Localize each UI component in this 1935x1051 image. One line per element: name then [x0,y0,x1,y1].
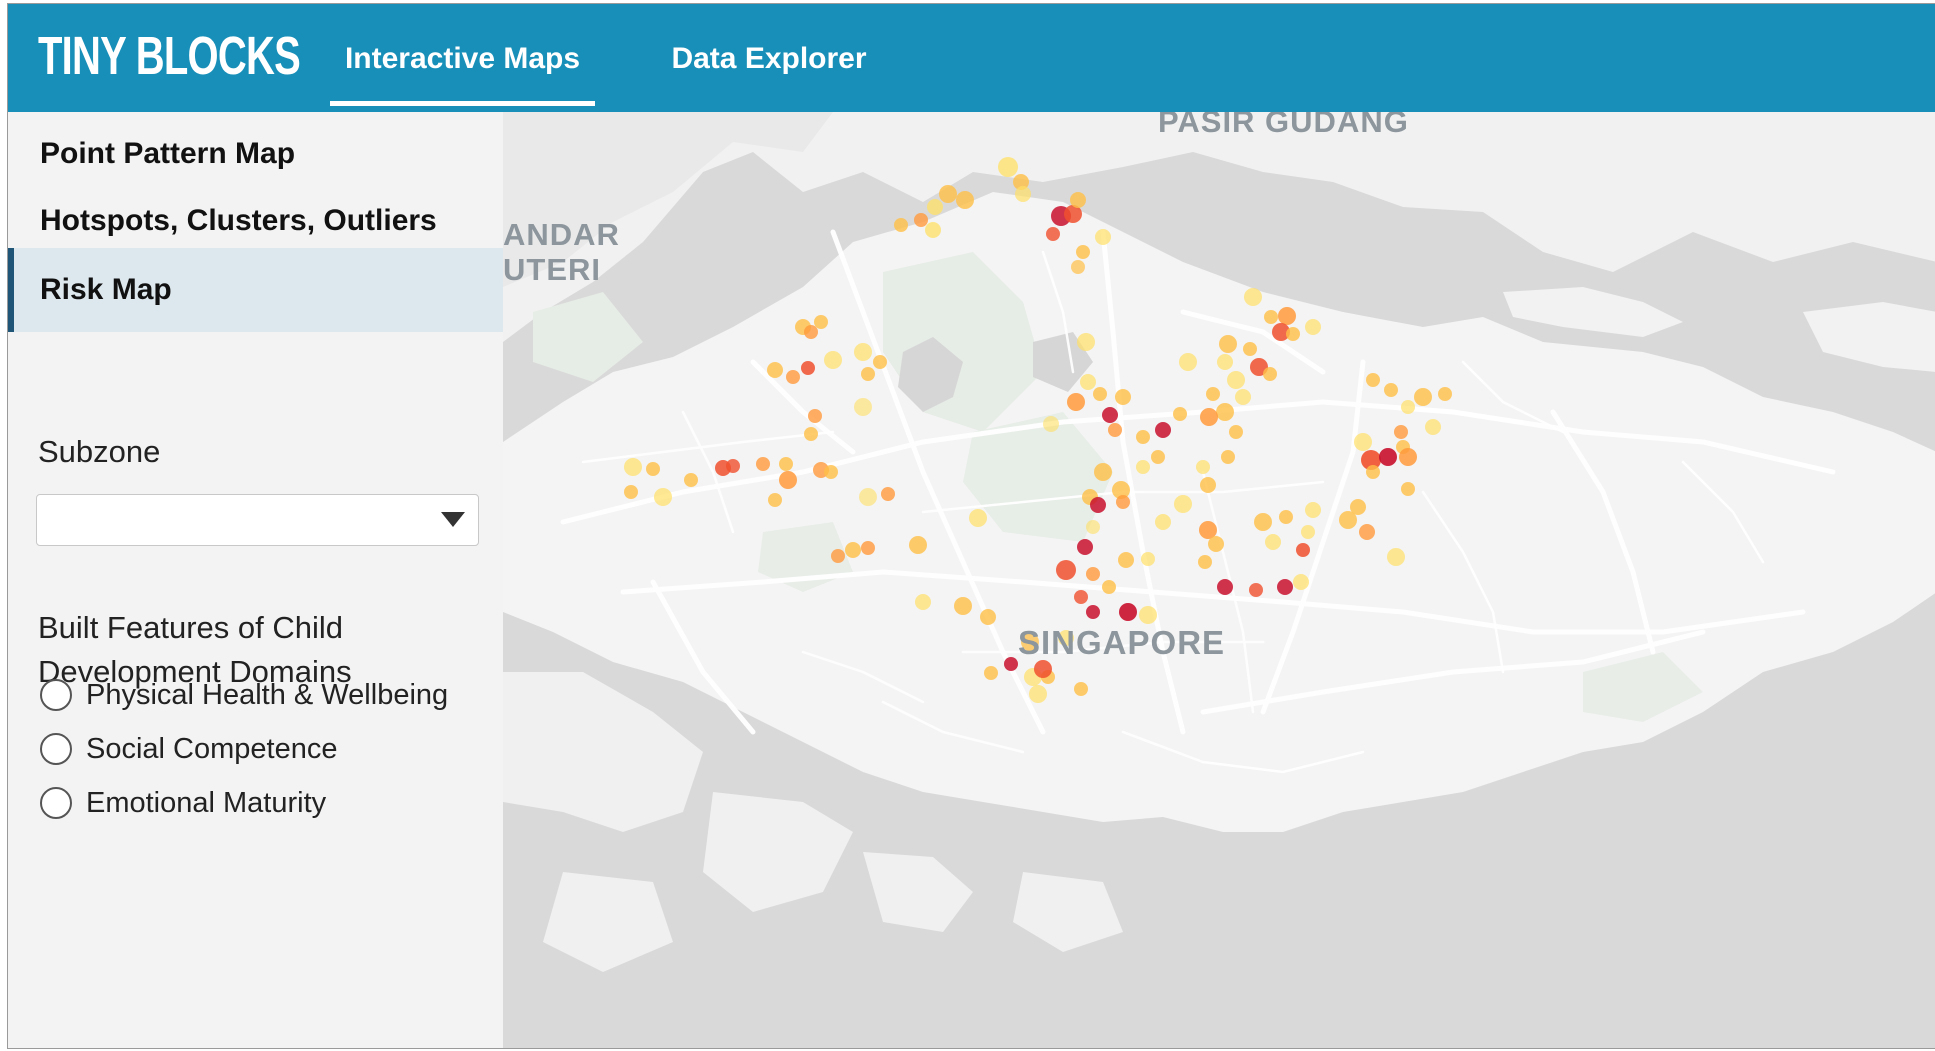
top-navigation-bar: TINY BLOCKS Interactive Maps Data Explor… [8,4,1935,112]
risk-map-canvas[interactable]: PASIR GUDANG ANDAR UTERI SINGAPORE [503,112,1935,1048]
radio-label: Social Competence [86,733,338,765]
active-tab-underline [330,101,595,106]
map-label-pasir-gudang: PASIR GUDANG [1158,112,1409,139]
tab-interactive-maps-label: Interactive Maps [344,42,581,75]
map-label-singapore: SINGAPORE [1018,624,1226,661]
radio-circle-icon[interactable] [40,733,72,765]
radio-label: Emotional Maturity [86,787,327,819]
radio-label: Physical Health & Wellbeing [86,679,449,711]
map-label-bandar-line2: UTERI [503,252,601,287]
sidebar-item-risk-map[interactable]: Risk Map [8,248,503,332]
radio-circle-icon[interactable] [40,787,72,819]
tab-data-explorer-label: Data Explorer [671,42,867,75]
caret-down-icon [441,512,465,527]
radio-circle-icon[interactable] [40,679,72,711]
app-window: TINY BLOCKS Interactive Maps Data Explor… [7,3,1935,1049]
subzone-label: Subzone [38,434,161,469]
brand-logo[interactable]: TINY BLOCKS [38,20,301,92]
subzone-dropdown[interactable] [36,494,479,546]
map-basemap [503,112,1935,1048]
sidebar: Point Pattern Map Hotspots, Clusters, Ou… [8,112,503,1048]
tab-data-explorer[interactable]: Data Explorer [658,4,880,112]
map-label-bandar-line1: ANDAR [503,217,620,252]
tab-interactive-maps[interactable]: Interactive Maps [330,4,595,112]
